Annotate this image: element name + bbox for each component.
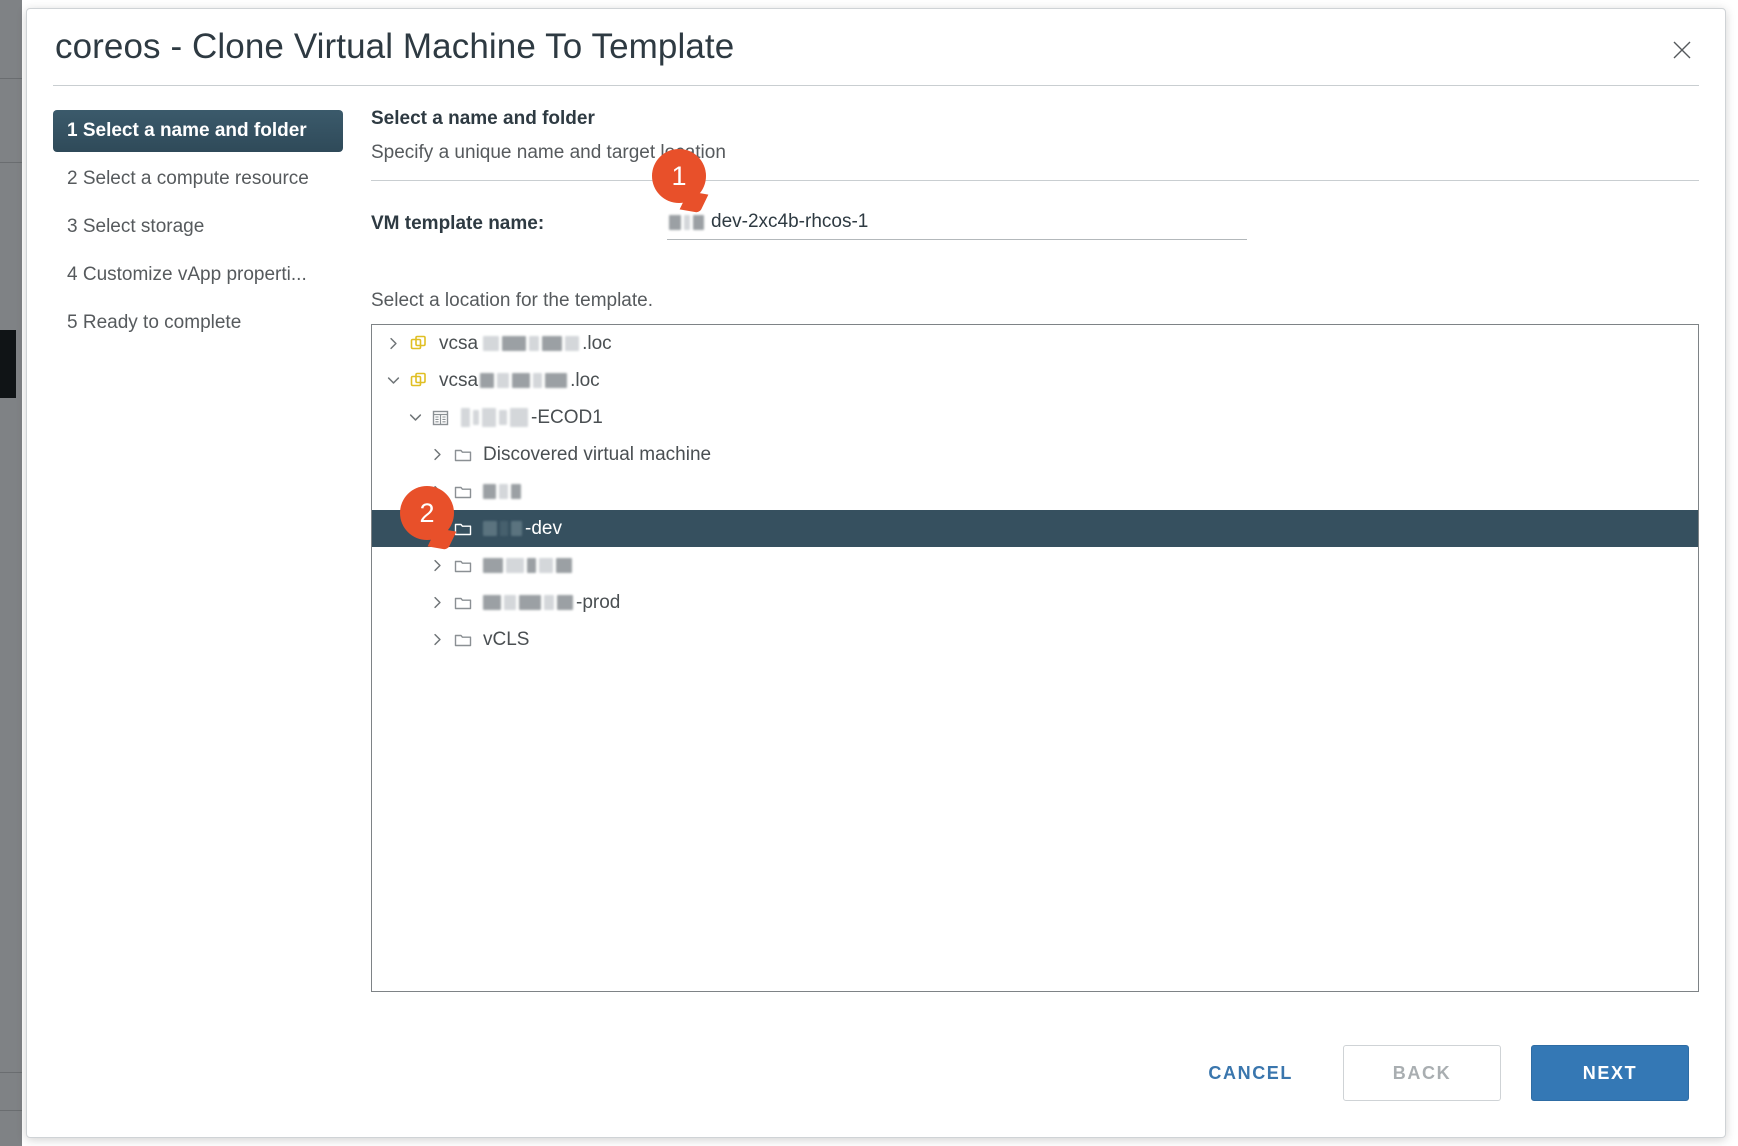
sidebar-item-select-storage[interactable]: 3 Select storage xyxy=(53,206,343,248)
back-button: BACK xyxy=(1343,1045,1501,1101)
folder-icon xyxy=(450,593,476,613)
tree-row-selected-dev[interactable]: -dev xyxy=(372,510,1698,547)
sidebar-item-select-name-and-folder[interactable]: 1 Select a name and folder xyxy=(53,110,343,152)
clone-vm-to-template-dialog: coreos - Clone Virtual Machine To Templa… xyxy=(26,8,1726,1138)
vcenter-icon xyxy=(406,334,432,354)
tree-row-label: Discovered virtual machine xyxy=(483,443,712,465)
chevron-right-icon[interactable] xyxy=(424,633,450,646)
folder-icon xyxy=(450,630,476,650)
tree-row[interactable] xyxy=(372,547,1698,584)
vm-template-name-row: VM template name: dev-2xc4b-rhcos-1 xyxy=(371,207,1699,240)
redaction-block xyxy=(684,214,690,230)
tree-row-label: vcsa .loc xyxy=(439,369,600,391)
sidebar-item-customize-vapp-properties[interactable]: 4 Customize vApp properti... xyxy=(53,254,343,296)
background-black-block xyxy=(0,330,16,398)
next-button[interactable]: NEXT xyxy=(1531,1045,1689,1101)
pane-divider xyxy=(371,180,1699,181)
page-title: Select a name and folder xyxy=(371,108,595,129)
page-subtitle: Specify a unique name and target locatio… xyxy=(371,142,726,163)
chevron-right-icon[interactable] xyxy=(424,448,450,461)
redaction-block xyxy=(669,214,681,230)
tree-row[interactable]: vcsa .loc xyxy=(372,325,1698,362)
folder-icon xyxy=(450,482,476,502)
wizard-steps: 1 Select a name and folder 2 Select a co… xyxy=(53,108,343,1046)
tree-row-label: -ECOD1 xyxy=(461,407,603,429)
chevron-down-icon[interactable] xyxy=(402,411,428,424)
tree-row-label xyxy=(483,558,575,573)
screenshot-root: coreos - Clone Virtual Machine To Templa… xyxy=(0,0,1738,1146)
chevron-right-icon[interactable] xyxy=(424,596,450,609)
vm-template-name-value: dev-2xc4b-rhcos-1 xyxy=(711,211,869,232)
annotation-badge-2: 2 xyxy=(400,486,454,540)
folder-icon xyxy=(450,556,476,576)
vm-template-name-input[interactable]: dev-2xc4b-rhcos-1 xyxy=(667,207,1247,240)
background-strip xyxy=(0,0,22,1146)
annotation-badge-1: 1 xyxy=(652,149,706,203)
chevron-down-icon[interactable] xyxy=(380,374,406,387)
dialog-title: coreos - Clone Virtual Machine To Templa… xyxy=(55,27,735,66)
tree-row-label: vcsa .loc xyxy=(439,332,612,354)
tree-row[interactable]: vcsa .loc xyxy=(372,362,1698,399)
chevron-right-icon[interactable] xyxy=(380,337,406,350)
close-icon[interactable] xyxy=(1667,35,1697,65)
sidebar-item-select-compute-resource[interactable]: 2 Select a compute resource xyxy=(53,158,343,200)
vcenter-icon xyxy=(406,371,432,391)
tree-row-label: -prod xyxy=(483,592,620,614)
dialog-body: 1 Select a name and folder 2 Select a co… xyxy=(27,86,1725,1046)
tree-row[interactable]: -ECOD1 xyxy=(372,399,1698,436)
tree-row[interactable] xyxy=(372,473,1698,510)
tree-row-label: vCLS xyxy=(483,628,530,650)
wizard-main-pane: Select a name and folder Specify a uniqu… xyxy=(343,108,1699,1046)
tree-row[interactable]: Discovered virtual machine xyxy=(372,436,1698,473)
tree-row[interactable]: vCLS xyxy=(372,621,1698,658)
dialog-footer: CANCEL BACK NEXT xyxy=(27,1009,1725,1137)
datacenter-icon xyxy=(428,408,454,428)
dialog-header: coreos - Clone Virtual Machine To Templa… xyxy=(27,9,1725,85)
folder-icon xyxy=(450,445,476,465)
location-tree-panel[interactable]: vcsa .loc vcsa .loc -ECOD1 Discovered vi… xyxy=(371,324,1699,992)
tree-row-label xyxy=(483,484,524,499)
cancel-button[interactable]: CANCEL xyxy=(1190,1053,1311,1094)
vm-template-name-label: VM template name: xyxy=(371,212,545,234)
tree-caption: Select a location for the template. xyxy=(371,290,653,311)
sidebar-item-ready-to-complete[interactable]: 5 Ready to complete xyxy=(53,302,343,344)
redaction-block xyxy=(693,214,704,230)
tree-row-label: -dev xyxy=(483,518,562,540)
chevron-right-icon[interactable] xyxy=(424,559,450,572)
tree-row[interactable]: -prod xyxy=(372,584,1698,621)
